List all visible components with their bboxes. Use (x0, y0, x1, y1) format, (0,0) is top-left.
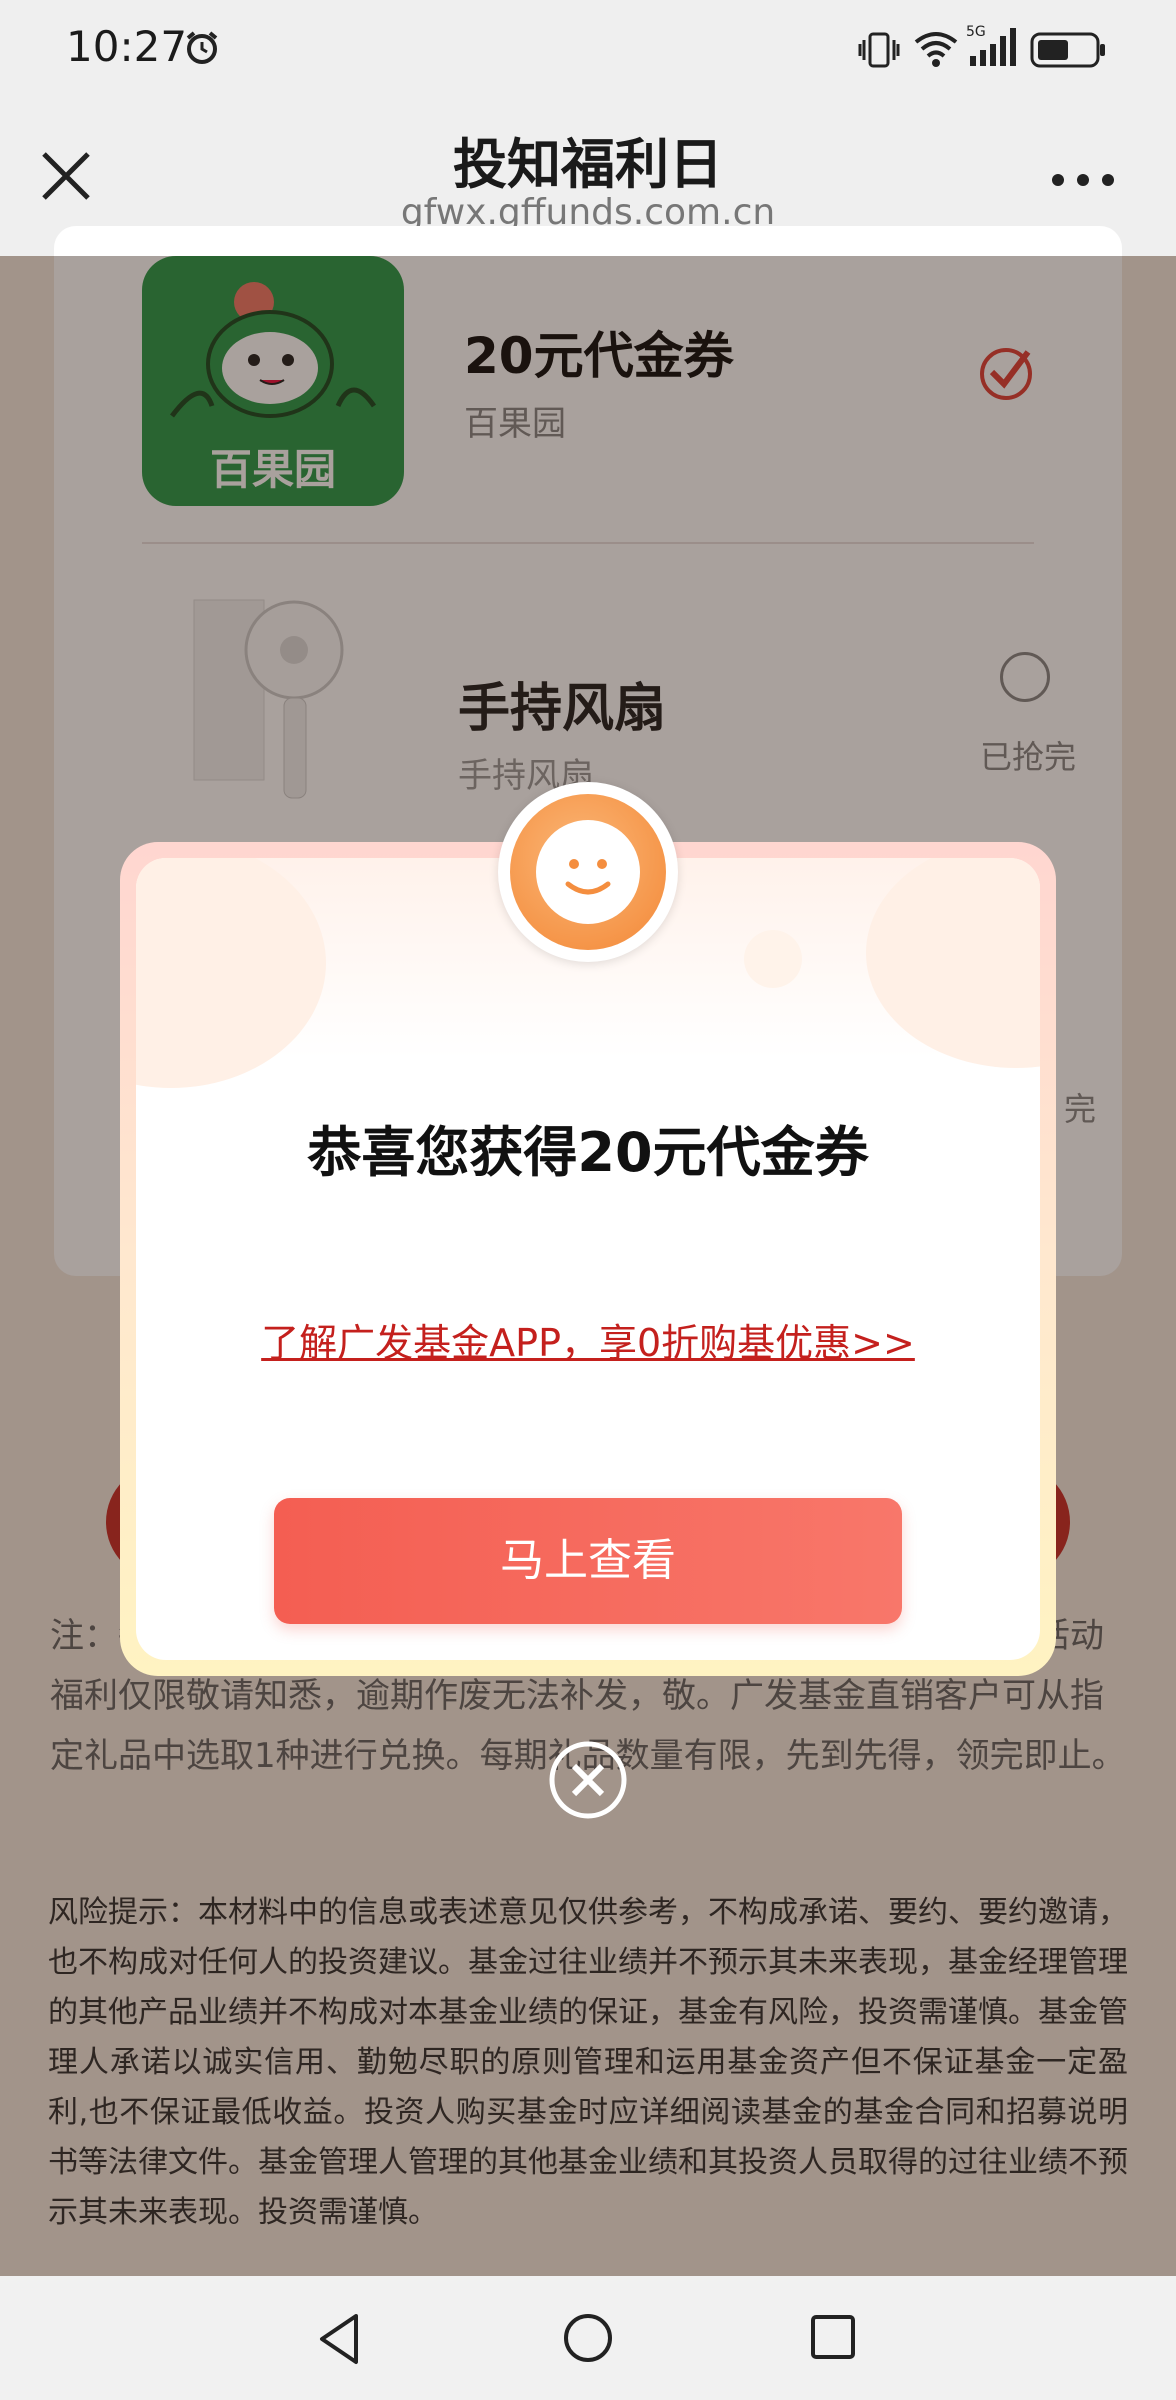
promo-link[interactable]: 了解广发基金APP，享0折购基优惠>> (136, 1312, 1040, 1367)
page-title: 投知福利日 (453, 133, 723, 196)
recent-apps-icon[interactable] (810, 2314, 856, 2360)
alarm-icon (186, 31, 218, 64)
status-time: 10:27 (66, 22, 188, 71)
reward-modal: 恭喜您获得20元代金券 了解广发基金APP，享0折购基优惠>> 马上查看 (120, 842, 1056, 1676)
status-bar: 10:27 5G (0, 0, 1176, 100)
smile-icon (510, 794, 666, 950)
more-options-icon[interactable] (1050, 170, 1116, 190)
back-icon[interactable] (316, 2312, 366, 2366)
signal-5g-icon: 5G (966, 24, 1016, 66)
vibrate-icon (858, 32, 900, 68)
decor-dot (744, 930, 802, 988)
modal-body: 恭喜您获得20元代金券 了解广发基金APP，享0折购基优惠>> 马上查看 (136, 858, 1040, 1660)
system-nav-bar (0, 2276, 1176, 2400)
home-icon[interactable] (562, 2312, 614, 2364)
wifi-icon (914, 32, 958, 67)
battery-icon (1030, 32, 1105, 68)
modal-title: 恭喜您获得20元代金券 (307, 1121, 869, 1184)
svg-text:5G: 5G (966, 24, 986, 40)
smile-badge (498, 782, 678, 962)
view-now-button[interactable]: 马上查看 (274, 1498, 902, 1624)
close-circle-icon[interactable] (546, 1738, 630, 1822)
